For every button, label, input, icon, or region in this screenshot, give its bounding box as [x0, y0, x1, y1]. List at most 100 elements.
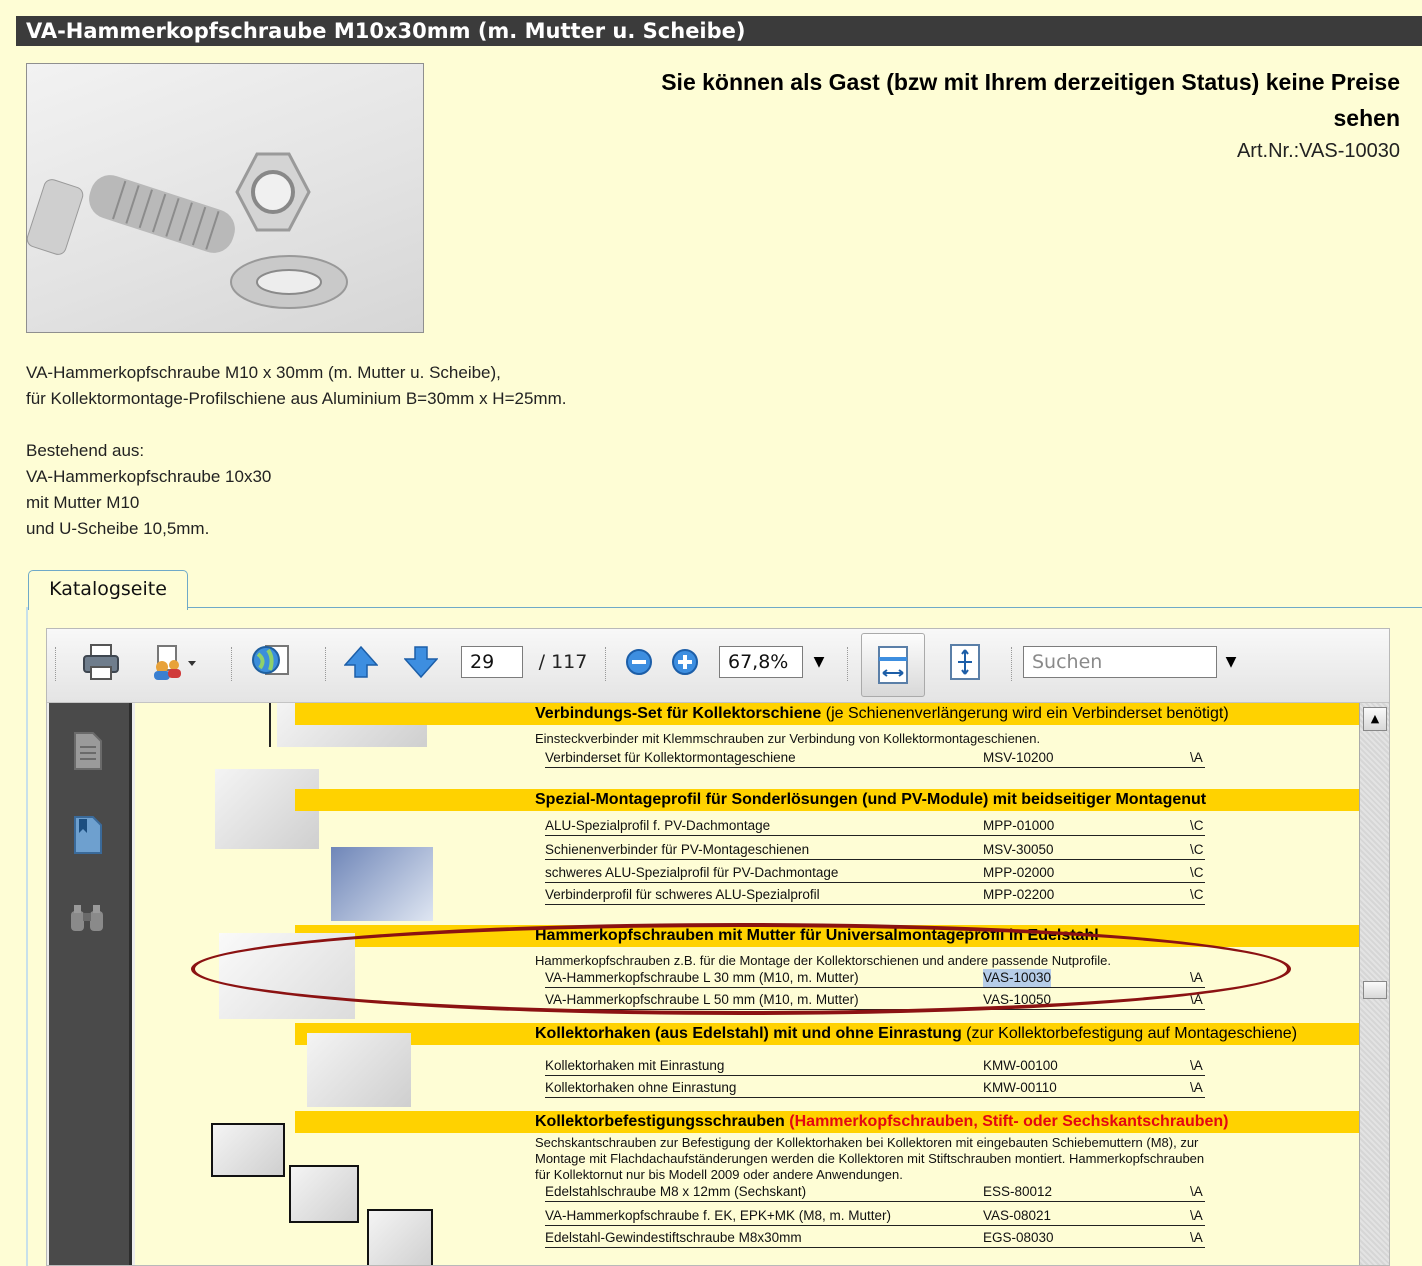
- toolbar-separator: [847, 647, 850, 681]
- table-row[interactable]: Kollektorhaken ohne Einrastung KMW-00110…: [545, 1079, 1205, 1098]
- table-row[interactable]: schweres ALU-Spezialprofil für PV-Dachmo…: [545, 864, 1205, 883]
- row-unit: \A: [1190, 1208, 1203, 1223]
- zoom-out-button[interactable]: [621, 641, 657, 683]
- guest-notice-line2: sehen: [1333, 105, 1400, 131]
- product-thumbnail: [367, 1209, 433, 1265]
- row-name: Schienenverbinder für PV-Montageschienen: [545, 842, 810, 857]
- search-dropdown-button[interactable]: ▼: [1219, 641, 1243, 683]
- row-code: MSV-10200: [983, 750, 1054, 765]
- row-name: ALU-Spezialprofil f. PV-Dachmontage: [545, 818, 771, 833]
- section-note: für Kollektornut nur bis Modell 2009 ode…: [535, 1167, 903, 1182]
- row-name: Edelstahl-Gewindestiftschraube M8x30mm: [545, 1230, 802, 1245]
- plus-circle-icon: [672, 649, 698, 675]
- table-row[interactable]: Verbinderprofil für schweres ALU-Spezial…: [545, 886, 1205, 905]
- table-row[interactable]: Schienenverbinder für PV-Montageschienen…: [545, 841, 1205, 860]
- product-description: VA-Hammerkopfschraube M10 x 30mm (m. Mut…: [26, 360, 566, 542]
- fit-width-button[interactable]: [861, 633, 925, 697]
- share-dropdown-button[interactable]: [143, 641, 203, 683]
- page-number-input[interactable]: 29: [461, 646, 523, 678]
- scroll-up-button[interactable]: ▲: [1363, 707, 1387, 731]
- printer-icon: [83, 644, 119, 680]
- row-code: VAS-08021: [983, 1208, 1052, 1223]
- product-image[interactable]: [26, 63, 424, 333]
- triangle-up-icon: ▲: [1370, 712, 1380, 725]
- tab-katalogseite[interactable]: Katalogseite: [28, 570, 188, 610]
- toolbar-separator: [231, 647, 234, 681]
- product-thumbnail: [289, 1165, 359, 1223]
- vertical-scrollbar[interactable]: ▲: [1359, 703, 1389, 1265]
- guest-notice-line1: Sie können als Gast (bzw mit Ihrem derze…: [661, 69, 1400, 95]
- row-name: Edelstahlschraube M8 x 12mm (Sechskant): [545, 1184, 807, 1199]
- search-input[interactable]: Suchen: [1023, 646, 1217, 678]
- arrow-down-icon: [404, 646, 438, 679]
- users-document-icon: [154, 645, 196, 680]
- article-number: Art.Nr.:VAS-10030: [1236, 140, 1400, 162]
- row-name: Kollektorhaken ohne Einrastung: [545, 1080, 737, 1095]
- attach-button[interactable]: [243, 641, 299, 683]
- toolbar-grip: [55, 647, 58, 681]
- highlight-ellipse: [191, 923, 1291, 1015]
- table-row[interactable]: Kollektorhaken mit Einrastung KMW-00100 …: [545, 1057, 1205, 1076]
- row-code: MPP-02000: [983, 865, 1055, 880]
- zoom-in-button[interactable]: [667, 641, 703, 683]
- table-row[interactable]: Edelstahlschraube M8 x 12mm (Sechskant) …: [545, 1183, 1205, 1202]
- section-note: Montage mit Flachdachaufständerungen wer…: [535, 1151, 1205, 1166]
- previous-page-button[interactable]: [341, 641, 381, 683]
- toolbar-separator: [1011, 647, 1014, 681]
- toolbar-separator: [605, 647, 608, 681]
- bookmarks-panel-button[interactable]: [71, 815, 105, 859]
- section-header: Kollektorhaken (aus Edelstahl) mit und o…: [295, 1023, 1359, 1045]
- print-button[interactable]: [77, 641, 125, 683]
- section-header: Spezial-Montageprofil für Sonderlösungen…: [295, 789, 1359, 811]
- section-title: Kollektorhaken (aus Edelstahl) mit und o…: [535, 1025, 962, 1042]
- catalog-page[interactable]: Verbindungs-Set für Kollektorschiene (je…: [135, 703, 1359, 1265]
- section-title: Spezial-Montageprofil für Sonderlösungen…: [535, 791, 1207, 808]
- page-total: / 117: [538, 651, 588, 673]
- section-title: Verbindungs-Set für Kollektorschiene: [535, 705, 822, 722]
- find-panel-button[interactable]: [69, 903, 105, 937]
- section-title-note: (je Schienenverlängerung wird ein Verbin…: [825, 705, 1229, 722]
- description-line: mit Mutter M10: [26, 493, 140, 512]
- row-unit: \C: [1190, 887, 1204, 902]
- section-note: Sechskantschrauben zur Befestigung der K…: [535, 1135, 1199, 1150]
- product-title: VA-Hammerkopfschraube M10x30mm (m. Mutte…: [16, 16, 1422, 46]
- row-code: EGS-08030: [983, 1230, 1054, 1245]
- zoom-dropdown-button[interactable]: ▼: [807, 641, 831, 683]
- row-unit: \C: [1190, 842, 1204, 857]
- globe-document-icon: [252, 645, 289, 675]
- scrollbar-thumb[interactable]: [1363, 981, 1387, 999]
- arrow-up-icon: [344, 645, 378, 678]
- chevron-down-icon: ▼: [1225, 654, 1237, 670]
- table-row[interactable]: ALU-Spezialprofil f. PV-Dachmontage MPP-…: [545, 817, 1205, 836]
- fit-page-button[interactable]: [941, 641, 989, 683]
- row-name: VA-Hammerkopfschraube f. EK, EPK+MK (M8,…: [545, 1208, 891, 1223]
- product-thumbnail: [211, 1123, 285, 1177]
- row-code: KMW-00100: [983, 1058, 1058, 1073]
- row-unit: \A: [1190, 1184, 1203, 1199]
- section-header: Verbindungs-Set für Kollektorschiene (je…: [295, 703, 1359, 725]
- table-row[interactable]: Edelstahl-Gewindestiftschraube M8x30mm E…: [545, 1229, 1205, 1248]
- description-line: und U-Scheibe 10,5mm.: [26, 519, 210, 538]
- table-row[interactable]: VA-Hammerkopfschraube f. EK, EPK+MK (M8,…: [545, 1207, 1205, 1226]
- pages-panel-button[interactable]: [71, 731, 105, 775]
- fit-width-icon: [878, 646, 908, 684]
- toolbar-separator: [325, 647, 328, 681]
- guest-price-notice: Sie können als Gast (bzw mit Ihrem derze…: [440, 64, 1400, 136]
- zoom-level-input[interactable]: 67,8%: [719, 646, 803, 678]
- row-unit: \A: [1190, 1080, 1203, 1095]
- row-code: MPP-02200: [983, 887, 1055, 902]
- row-unit: \C: [1190, 818, 1204, 833]
- fit-page-icon: [950, 644, 980, 680]
- row-code: MSV-30050: [983, 842, 1054, 857]
- row-name: Verbinderprofil für schweres ALU-Spezial…: [545, 887, 820, 902]
- divider-line: [269, 703, 271, 747]
- description-line: VA-Hammerkopfschraube M10 x 30mm (m. Mut…: [26, 363, 501, 382]
- next-page-button[interactable]: [401, 641, 441, 683]
- table-row[interactable]: Verbinderset für Kollektormontageschiene…: [545, 749, 1205, 768]
- row-unit: \A: [1190, 1230, 1203, 1245]
- page-icon: [74, 732, 102, 770]
- bookmark-icon: [74, 816, 102, 854]
- pdf-sidebar: [49, 703, 132, 1265]
- row-name: Kollektorhaken mit Einrastung: [545, 1058, 725, 1073]
- pdf-toolbar: 29 / 117 67,8% ▼ Suchen ▼: [47, 629, 1389, 703]
